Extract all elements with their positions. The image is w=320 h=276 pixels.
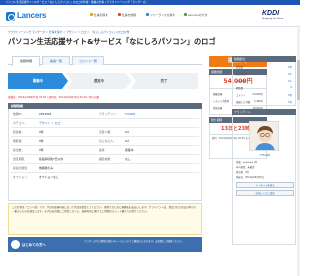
- first-time-text: ランサーズでの提案の流れやルールについてご確認いただけます。お気軽にご相談くださ…: [84, 240, 184, 243]
- first-time-banner[interactable]: はじめての方へ ランサーズでの提案の流れやルールについてご確認いただけます。お気…: [8, 237, 202, 252]
- page-title: パソコン生活応援サイト&サービス「なにしろパソコン」のロゴ: [8, 37, 216, 46]
- stat-label: コメント: [236, 94, 246, 97]
- stat-value[interactable]: 0人: [288, 79, 292, 83]
- step-selecting: 選定中: [66, 73, 132, 89]
- client-card: T.HARR 評価：★★★★★ (0) 本人確認：未確認 発注数：0件 登録日：…: [232, 115, 296, 245]
- kddi-tagline: Designing The Future: [262, 18, 284, 20]
- client-registered: 登録日：2014年06月05日: [236, 176, 264, 179]
- kddi-logo[interactable]: KDDI: [262, 10, 279, 17]
- stat-value[interactable]: 0人: [288, 72, 292, 76]
- stat-value[interactable]: 0: [290, 86, 292, 89]
- nav-post-work[interactable]: 仕事を依頼: [118, 13, 136, 17]
- stat-label: 提案数: [236, 66, 244, 69]
- favorite-button[interactable]: お気に入りに追加: [236, 190, 294, 196]
- scrollbar-thumb[interactable]: [297, 60, 300, 100]
- detail-row: 提出数： 0件: [13, 148, 44, 152]
- nav-find-work[interactable]: 仕事を探す: [90, 13, 108, 17]
- stat-label: 応募人数: [236, 80, 246, 83]
- stat-value[interactable]: 0件: [288, 65, 292, 69]
- question-icon: [11, 240, 20, 249]
- client-rating: 評価：★★★★★ (0): [236, 161, 258, 164]
- detail-row: 提案の閲覧： 依頼者のみ: [13, 166, 53, 170]
- detail-row: 依頼ID： 0353924: [13, 112, 52, 116]
- first-time-title: はじめての方へ: [22, 243, 46, 247]
- progress-steps: 募集中 選定中 完了: [8, 69, 202, 93]
- client-orders: 発注数：0件: [236, 171, 249, 174]
- stat-value[interactable]: 1件: [288, 100, 292, 104]
- breadcrumb[interactable]: クラウドソーシング ランサーズ ＞ 仕事を探す ＞ デザイン ＞ ロゴ ＞ 「な…: [8, 30, 129, 34]
- nav-label: 仕事を探す: [94, 13, 108, 17]
- client-name[interactable]: T.HARR: [235, 153, 295, 157]
- detail-row: 応募人数： 0人: [99, 130, 130, 134]
- tab-comments[interactable]: コメント一覧: [72, 56, 104, 65]
- lancers-logo-icon[interactable]: [6, 12, 15, 21]
- nav-about[interactable]: Lancersのカタ: [184, 13, 207, 17]
- detail-table: 依頼ID： 0353924 クライアント： T.HARR カテゴリ： デザイン ＞ ロ…: [8, 109, 202, 201]
- avatar-illustration-icon: [255, 126, 275, 150]
- site-logo[interactable]: Lancers: [17, 11, 46, 20]
- nav-dot-icon: [118, 13, 121, 17]
- detail-row: 閲覧数： 0件: [13, 139, 44, 143]
- stats-box: 提案数 0件 気になる人 0人 応募人数 0人 閲覧数 0 コメント 0件 依頼…: [232, 62, 296, 106]
- detail-row: 選定期限： 提案締切後7日以内: [13, 157, 64, 161]
- nav-label: 仕事を依頼: [122, 13, 136, 17]
- step-complete: 完了: [130, 73, 198, 89]
- tab-proposals[interactable]: 提案一覧: [42, 56, 70, 65]
- detail-row: 進捗： 募集中: [99, 148, 134, 152]
- stat-label: 閲覧数: [236, 87, 244, 90]
- stat-label: 依頼した件数: [236, 101, 251, 104]
- client-verification: 本人確認：未確認: [236, 166, 255, 169]
- nav-dot-icon: [184, 13, 187, 17]
- nav-find-freelancer[interactable]: フリーランスを探す: [146, 13, 175, 17]
- nav-label: Lancersのカタ: [188, 13, 208, 17]
- nav-label: フリーランスを探す: [150, 13, 176, 17]
- job-description: この仕事は「コンペ式」です。下記の依頼内容に沿って作品を提案してください。採用さ…: [8, 203, 202, 235]
- stat-label: 気になる人: [236, 73, 248, 76]
- fee-label: 報酬金額: [213, 93, 223, 96]
- client-link[interactable]: T.HARR: [125, 112, 135, 116]
- fee-label: 受取金額: [213, 107, 223, 110]
- client-avatar[interactable]: [249, 121, 279, 151]
- job-dates: 掲載日：2014年06月05日 00:00 / 締切日：2014年06月12日 …: [8, 96, 100, 99]
- message-button[interactable]: メッセージを送る: [236, 182, 294, 188]
- tab-details[interactable]: 依頼詳細: [12, 56, 40, 66]
- nav-dot-icon: [146, 13, 149, 17]
- step-recruiting: 募集中: [8, 73, 68, 89]
- nav-dot-icon: [90, 13, 93, 17]
- detail-row: オプション： オプションなし: [13, 175, 59, 179]
- stat-value[interactable]: 0件: [288, 93, 292, 97]
- detail-row: 継続依頼： なし: [99, 157, 131, 161]
- category-link[interactable]: デザイン ＞ ロゴ: [39, 121, 60, 125]
- detail-row: 気になる人： 0人: [99, 139, 130, 143]
- detail-row: 提案数： 0件: [13, 130, 44, 134]
- detail-row-client: クライアント： T.HARR: [99, 112, 136, 116]
- detail-row: カテゴリ： デザイン ＞ ロゴ: [13, 121, 61, 125]
- tab-bar: 依頼詳細 提案一覧 コメント一覧: [8, 56, 202, 66]
- fee-label: システム手数料: [213, 100, 230, 103]
